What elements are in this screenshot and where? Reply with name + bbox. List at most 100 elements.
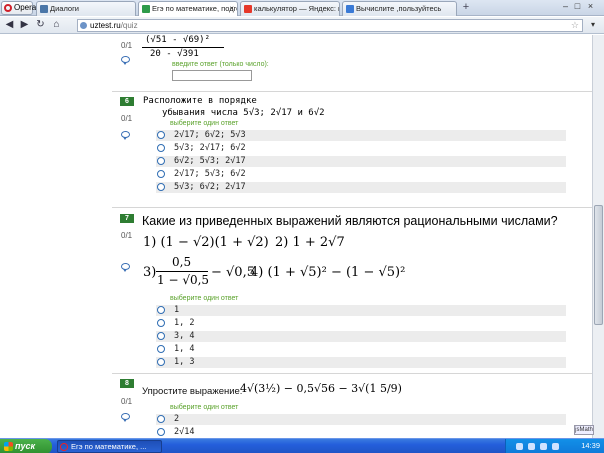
scrollbar-thumb[interactable]	[594, 205, 603, 325]
answer-option-5[interactable]: 1, 3	[156, 357, 566, 368]
formula-denominator: 20 - √391	[150, 49, 199, 59]
comment-bubble-icon[interactable]	[121, 56, 130, 65]
option-label: 1, 4	[174, 344, 195, 354]
answer-option-4[interactable]: 2√17; 5√3; 6√2	[156, 169, 566, 180]
question-title: Какие из приведенных выражений являются …	[142, 214, 558, 228]
formula-numerator: (√51 - √69)²	[145, 35, 211, 45]
start-button[interactable]: пуск	[0, 439, 52, 453]
question-number-badge: 7	[120, 214, 134, 223]
new-tab-button[interactable]: +	[459, 2, 473, 14]
radio-button[interactable]	[157, 415, 165, 423]
question-score: 0/1	[121, 41, 133, 50]
comment-bubble-icon[interactable]	[121, 413, 130, 422]
answer-option-3[interactable]: 6√2; 5√3; 2√17	[156, 156, 566, 167]
close-tab-icon[interactable]: ×	[229, 2, 234, 15]
clock: 14:39	[581, 441, 600, 450]
answer-input[interactable]	[172, 70, 252, 81]
answer-option-4[interactable]: 1, 4	[156, 344, 566, 355]
option-label: 2	[174, 414, 180, 424]
answer-option-2[interactable]: 5√3; 2√17; 6√2	[156, 143, 566, 154]
option-label: 1, 2	[174, 318, 195, 328]
expression-3-denominator: 1 − √0,5	[157, 273, 210, 287]
system-tray: 14:39	[505, 439, 604, 453]
question-number-badge: 8	[120, 379, 134, 388]
radio-button[interactable]	[157, 345, 165, 353]
forward-arrow-icon[interactable]: ▶	[18, 19, 31, 32]
back-arrow-icon[interactable]: ◀	[3, 19, 16, 32]
opera-icon	[60, 443, 68, 451]
radio-button[interactable]	[157, 306, 165, 314]
option-label: 1	[174, 305, 180, 315]
radio-button[interactable]	[157, 332, 165, 340]
home-icon[interactable]: ⌂	[50, 19, 63, 32]
answer-option-3[interactable]: 3, 4	[156, 331, 566, 342]
vertical-scrollbar[interactable]	[592, 35, 604, 438]
vk-favicon-icon	[40, 5, 48, 13]
option-label: 2√14	[174, 427, 195, 437]
maximize-icon[interactable]: □	[572, 1, 583, 13]
bookmark-star-icon[interactable]: ☆	[571, 20, 579, 31]
radio-button[interactable]	[157, 170, 165, 178]
comment-bubble-icon[interactable]	[121, 131, 130, 140]
question-7: 7 0/1 Какие из приведенных выражений явл…	[0, 211, 592, 371]
question-title: Упростите выражение:	[142, 386, 243, 397]
task-label: Егэ по математике, ...	[71, 442, 147, 451]
radio-button[interactable]	[157, 358, 165, 366]
language-icon[interactable]	[540, 443, 547, 450]
antivirus-icon[interactable]	[552, 443, 559, 450]
answer-option-1[interactable]: 2	[156, 414, 566, 425]
expression-3-tail: − √0,5	[211, 265, 255, 280]
radio-button[interactable]	[157, 428, 165, 436]
close-window-icon[interactable]: ×	[585, 1, 596, 13]
tab-label: Вычислите ,пользуйтесь	[356, 4, 442, 13]
divider	[112, 91, 592, 92]
expression-4: 4) (1 + √5)² − (1 − √5)²	[250, 265, 406, 280]
option-label: 1, 3	[174, 357, 195, 367]
address-dropdown-icon[interactable]: ▾	[586, 19, 600, 32]
taskbar-item-opera[interactable]: Егэ по математике, ...	[57, 440, 162, 453]
fraction-bar	[142, 47, 224, 48]
radio-button[interactable]	[157, 183, 165, 191]
option-label: 5√3; 2√17; 6√2	[174, 143, 246, 153]
navigation-bar: ◀ ▶ ↻ ⌂ uztest.ru/quiz ☆ ▾	[0, 17, 604, 34]
url-host: uztest.ru	[90, 21, 121, 30]
yandex-favicon-icon	[244, 5, 252, 13]
question-number-badge: 6	[120, 97, 134, 106]
opera-menu-button[interactable]: Opera	[1, 1, 37, 15]
opera-menu-label: Opera	[14, 3, 37, 12]
jsmath-widget[interactable]: jsMath	[574, 425, 594, 435]
question-formula: 4√(3½) − 0,5√56 − 3√(1 5/9)	[240, 382, 402, 395]
radio-button[interactable]	[157, 157, 165, 165]
answer-option-5[interactable]: 5√3; 6√2; 2√17	[156, 182, 566, 193]
address-field[interactable]: uztest.ru/quiz ☆	[77, 19, 583, 32]
tab-dialogs[interactable]: Диалоги	[36, 1, 136, 16]
answer-option-1[interactable]: 2√17; 6√2; 5√3	[156, 130, 566, 141]
radio-button[interactable]	[157, 319, 165, 327]
radio-button[interactable]	[157, 144, 165, 152]
page-content: 0/1 (√51 - √69)² 20 - √391 введите ответ…	[0, 35, 592, 438]
volume-icon[interactable]	[528, 443, 535, 450]
network-icon[interactable]	[516, 443, 523, 450]
answer-option-2[interactable]: 1, 2	[156, 318, 566, 329]
question-5: 0/1 (√51 - √69)² 20 - √391 введите ответ…	[0, 35, 592, 90]
start-label: пуск	[15, 441, 36, 451]
uztest-favicon-icon	[142, 5, 150, 13]
answer-option-2[interactable]: 2√14	[156, 427, 566, 438]
reload-icon[interactable]: ↻	[34, 19, 47, 32]
answer-hint: выберите один ответ	[170, 295, 239, 302]
tab-label: Егэ по математике, подгот	[152, 4, 238, 13]
minimize-icon[interactable]: –	[560, 1, 571, 13]
tab-label: Диалоги	[50, 4, 79, 13]
tab-ege-math[interactable]: Егэ по математике, подгот ×	[138, 1, 238, 16]
radio-button[interactable]	[157, 131, 165, 139]
tab-yandex-calculator[interactable]: калькулятор — Яндекс: на	[240, 1, 340, 16]
question-8: 8 0/1 Упростите выражение: 4√(3½) − 0,5√…	[0, 377, 592, 438]
tab-calculate[interactable]: Вычислите ,пользуйтесь	[342, 1, 457, 16]
option-label: 6√2; 5√3; 2√17	[174, 156, 246, 166]
windows-taskbar: пуск Егэ по математике, ... 14:39	[0, 438, 604, 453]
tab-label: калькулятор — Яндекс: на	[254, 4, 340, 13]
answer-option-1[interactable]: 1	[156, 305, 566, 316]
comment-bubble-icon[interactable]	[121, 263, 130, 272]
question-text-line2: убывания числа 5√3; 2√17 и 6√2	[162, 108, 325, 118]
expression-3-numerator: 0,5	[172, 255, 192, 269]
